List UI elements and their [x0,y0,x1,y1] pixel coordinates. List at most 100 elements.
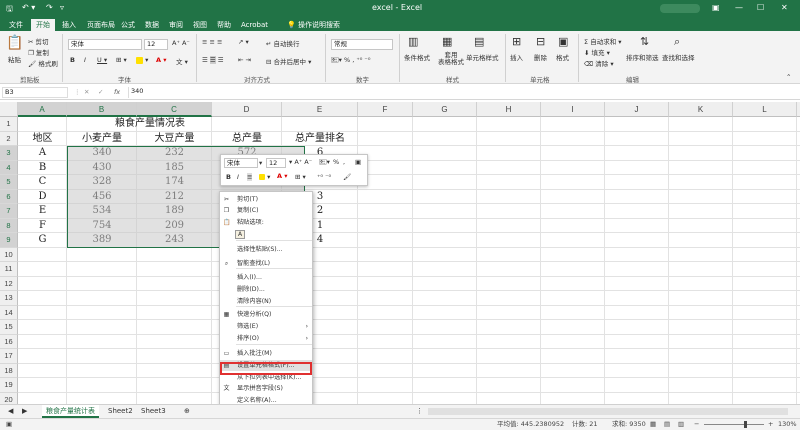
font-size-select[interactable]: 12 [144,39,168,50]
zoom-level[interactable]: 130% [778,419,797,430]
mini-decimal-icons[interactable]: ⁺⁰ ⁻⁰ [317,173,331,181]
clear-button[interactable]: ⌫ 清除 ▾ [584,58,614,68]
align-top-icons[interactable]: ≡ ≡ ≡ [202,38,222,46]
row-header[interactable]: 14 [0,305,18,320]
tab-insert[interactable]: 插入 [57,19,81,31]
table-format-icon[interactable]: ▦ [442,35,452,48]
row-header[interactable]: 15 [0,320,18,335]
column-header[interactable]: E [282,102,358,117]
row-header[interactable]: 7 [0,204,18,219]
row-header[interactable]: 19 [0,378,18,393]
row-header[interactable]: 12 [0,276,18,291]
close-icon[interactable]: ✕ [781,3,788,12]
delete-cells-button[interactable]: 删除 [534,52,547,62]
data-cell[interactable]: C [18,175,67,190]
data-cell[interactable]: A [18,146,67,161]
scroll-sheets-right-icon[interactable]: ▶ [18,405,31,418]
conditional-format-icon[interactable]: ▥ [408,35,418,48]
data-cell[interactable]: E [18,204,67,219]
row-header[interactable]: 4 [0,160,18,175]
view-pagebreak-icon[interactable]: ▥ [678,419,684,430]
conditional-format-button[interactable]: 条件格式 [404,52,430,62]
sheet-tab-active[interactable]: 粮食产量统计表 [42,405,99,418]
customize-toolbar-icon[interactable]: ▿ [60,3,64,12]
cell-style-icon[interactable]: ▤ [474,35,484,48]
row-header[interactable]: 18 [0,363,18,378]
mini-fill-color-icon[interactable]: ▾ [259,173,270,181]
collapse-ribbon-icon[interactable]: ⌃ [786,73,791,81]
fill-color-icon[interactable]: ▾ [136,56,148,64]
sheet-tab[interactable]: Sheet3 [137,405,170,418]
table-format-button[interactable]: 套用 表格格式 [438,52,464,66]
number-format-icons[interactable]: 🖭▾ % , ⁺⁰ ⁻⁰ [331,56,370,67]
tab-review[interactable]: 审阅 [164,19,188,31]
insert-cells-icon[interactable]: ⊞ [512,35,521,48]
undo-icon[interactable]: ↶ ▾ [22,3,35,12]
font-color-icon[interactable]: A ▾ [156,56,167,64]
column-header[interactable]: D [212,102,282,117]
cancel-icon[interactable]: ✕ [84,88,89,96]
mini-font-color-icon[interactable]: A ▾ [277,172,288,180]
column-header[interactable]: C [137,102,212,117]
row-header[interactable]: 6 [0,189,18,204]
mini-percent-icon[interactable]: % [333,158,339,166]
border-icon[interactable]: ⊞ ▾ [116,56,127,64]
tab-data[interactable]: 数据 [140,19,164,31]
delete-cells-icon[interactable]: ⊟ [536,35,545,48]
format-cells-icon[interactable]: ▣ [558,35,568,48]
view-normal-icon[interactable]: ▦ [650,419,656,430]
row-header[interactable]: 20 [0,392,18,404]
underline-button[interactable]: U ▾ [97,56,107,64]
row-header[interactable]: 8 [0,218,18,233]
tab-view[interactable]: 视图 [188,19,212,31]
data-cell[interactable]: D [18,190,67,205]
paste-button[interactable]: 粘贴 [8,54,21,64]
minimize-icon[interactable]: — [735,3,743,12]
paste-icon[interactable]: 📋 [6,35,23,51]
column-header[interactable]: J [605,102,669,117]
context-menu-item[interactable]: 文显示拼音字段(S) [220,383,312,394]
indent-icons[interactable]: ⇤ ⇥ [238,56,251,64]
formula-input[interactable]: 340 [128,87,788,98]
number-format-select[interactable]: 常规 [331,39,393,50]
header-cell[interactable]: 地区 [18,132,67,147]
row-header[interactable]: 5 [0,175,18,190]
find-select-icon[interactable]: ⌕ [674,35,680,49]
select-all-corner[interactable] [0,102,18,117]
context-menu-item[interactable]: ▭ 插入批注(M) [220,348,312,359]
row-header[interactable]: 13 [0,291,18,306]
ribbon-options-icon[interactable]: ▣ [712,3,720,12]
autosum-button[interactable]: Σ 自动求和 ▾ [584,36,622,46]
tab-help[interactable]: 帮助 [212,19,236,31]
copy-button[interactable]: ❐ 复制 [28,47,49,57]
sort-filter-button[interactable]: 排序和筛选 [626,52,659,62]
macro-record-icon[interactable]: ▣ [6,419,12,430]
data-cell[interactable]: B [18,161,67,176]
insert-cells-button[interactable]: 插入 [510,52,523,62]
row-header[interactable]: 11 [0,262,18,277]
tab-file[interactable]: 文件 [4,19,28,31]
sheet-title-cell[interactable]: 粮食产量情况表 [18,117,282,132]
font-name-select[interactable]: 宋体 [68,39,142,50]
tab-acrobat[interactable]: Acrobat [236,19,273,31]
mini-align-icon[interactable]: ≡ [247,173,253,181]
context-menu-item[interactable]: 插入(I)... [220,272,312,283]
cell-style-button[interactable]: 单元格样式 [466,52,499,62]
fill-button[interactable]: ⬇ 填充 ▾ [584,47,610,57]
zoom-slider[interactable] [704,424,764,425]
header-cell[interactable]: 总产量排名 [282,132,358,147]
insert-function-icon[interactable]: fx [114,88,120,96]
horizontal-scrollbar[interactable] [428,408,788,415]
enter-icon[interactable]: ✓ [98,88,103,96]
row-header[interactable]: 16 [0,334,18,349]
paste-option-button[interactable]: A [220,229,312,240]
add-sheet-icon[interactable]: ⊕ [180,405,194,418]
align-left-icons[interactable]: ☰ ☰ ☰ [202,56,224,64]
find-select-button[interactable]: 查找和选择 [662,52,695,62]
mini-format-painter-icon[interactable]: 🖌 [343,173,351,181]
sheet-tab[interactable]: Sheet2 [104,405,137,418]
column-header[interactable]: G [413,102,477,117]
mini-font-dropdown-icon[interactable]: ▾ [259,159,262,167]
context-menu-item[interactable]: ✂ 剪切(T) [220,194,312,205]
orientation-icon[interactable]: ↗ ▾ [238,38,249,46]
